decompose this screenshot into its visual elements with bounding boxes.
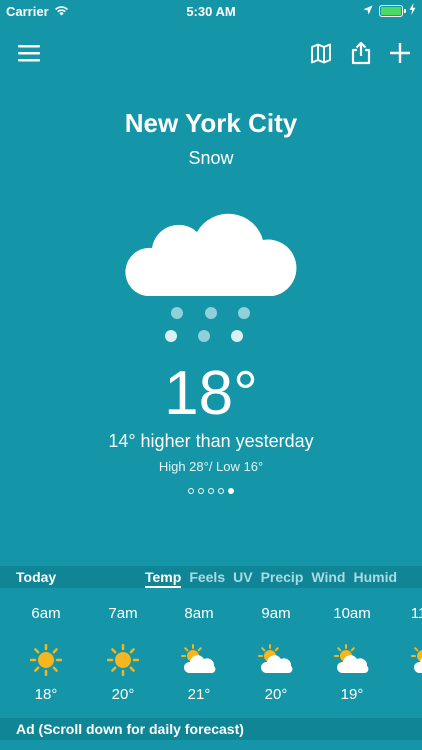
battery-fill xyxy=(381,6,401,15)
hourly-item: 8am 21° xyxy=(169,596,229,703)
tab-feels[interactable]: Feels xyxy=(189,569,225,588)
tab-humid[interactable]: Humid xyxy=(353,569,397,588)
status-bar: Carrier 5:30 AM xyxy=(0,0,422,22)
high-low-temperature: High 28°/ Low 16° xyxy=(158,459,264,474)
hour-time: 7am xyxy=(108,605,138,622)
ad-label: Ad (Scroll down for daily forecast) xyxy=(16,721,244,737)
charging-bolt-icon xyxy=(409,3,416,18)
sun-icon xyxy=(93,642,153,678)
partly-cloudy-icon xyxy=(246,642,306,678)
page-indicator[interactable] xyxy=(0,488,422,494)
share-icon[interactable] xyxy=(346,38,376,68)
hour-temp: 19° xyxy=(340,686,364,703)
metric-tabs: Temp Feels UV Precip Wind Humid xyxy=(145,569,397,588)
hourly-item: 10am 19° xyxy=(322,596,382,703)
tab-uv[interactable]: UV xyxy=(233,569,252,588)
hour-time: 10am xyxy=(333,605,371,622)
map-icon[interactable] xyxy=(306,38,336,68)
hour-time: 9am xyxy=(261,605,291,622)
hourly-item: 11am xyxy=(399,596,422,686)
today-label: Today xyxy=(16,569,57,585)
top-toolbar xyxy=(0,38,422,70)
today-bar: Today Temp Feels UV Precip Wind Humid xyxy=(0,566,422,588)
page-dot[interactable] xyxy=(208,488,214,494)
tab-temp[interactable]: Temp xyxy=(145,569,182,588)
status-right xyxy=(363,3,416,18)
ad-bar[interactable]: Ad (Scroll down for daily forecast) xyxy=(0,718,422,740)
sun-icon xyxy=(16,642,76,678)
hamburger-menu-icon[interactable] xyxy=(14,38,44,68)
condition-text: Snow xyxy=(188,148,234,168)
partly-cloudy-icon xyxy=(322,642,382,678)
hour-temp: 20° xyxy=(264,686,288,703)
page-dot[interactable] xyxy=(198,488,204,494)
tab-wind[interactable]: Wind xyxy=(311,569,345,588)
snow-cloud-icon xyxy=(125,198,297,348)
temperature-comparison: 14° higher than yesterday xyxy=(108,431,314,451)
status-time: 5:30 AM xyxy=(186,4,236,19)
page-dot[interactable] xyxy=(218,488,224,494)
hour-temp: 18° xyxy=(34,686,58,703)
hourly-item: 6am 18° xyxy=(16,596,76,703)
plus-icon[interactable] xyxy=(385,38,415,68)
page-dot[interactable] xyxy=(188,488,194,494)
tab-precip[interactable]: Precip xyxy=(261,569,304,588)
hour-temp: 20° xyxy=(111,686,135,703)
hour-time: 6am xyxy=(31,605,61,622)
partly-cloudy-icon xyxy=(169,642,229,678)
city-name: New York City xyxy=(124,108,298,138)
page-dot-active[interactable] xyxy=(228,488,234,494)
location-arrow-icon xyxy=(363,3,373,18)
partly-cloudy-icon xyxy=(399,642,422,678)
hourly-forecast[interactable]: 6am 18° 7am 20° 8am 21° 9am 20° 10am 19°… xyxy=(0,596,422,706)
hour-time: 11am xyxy=(410,605,422,622)
battery-icon xyxy=(379,4,406,17)
hour-time: 8am xyxy=(184,605,214,622)
hourly-item: 7am 20° xyxy=(93,596,153,703)
current-temperature: 18° xyxy=(164,359,258,428)
hourly-item: 9am 20° xyxy=(246,596,306,703)
hour-temp: 21° xyxy=(187,686,211,703)
